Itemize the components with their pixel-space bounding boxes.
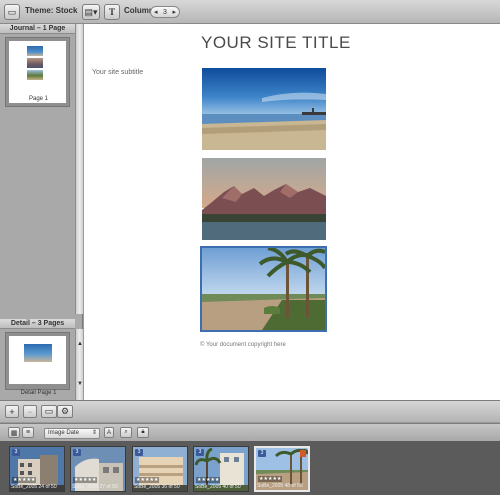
version-badge: 3 [12,449,20,456]
image-browser-filmstrip: 3 ★★★★★ SoBe_2005 24 of 50 3 ★★★★★ SoBe_… [0,441,500,495]
journal-page-caption: Page 1 [28,96,49,102]
chevron-updown-icon: ⇕ [91,430,97,436]
journal-section-header: Journal – 1 Page [0,24,75,34]
mountains-image [202,158,326,240]
palm-trees-image [202,248,325,330]
text-icon: T [108,7,115,17]
grid-icon: ▦ [10,429,18,437]
theme-icon: ▭ [7,6,17,17]
journal-page-preview [9,41,66,103]
sort-select[interactable]: Image Date ⇕ [44,428,100,439]
film-thumbnail[interactable]: 3 ★★★★★ SoBe_2005 24 of 50 [9,446,65,492]
theme-label: Theme: Stock [25,6,78,15]
web-journal-window: ▭ Theme: Stock ▤▾ T Columns: ◂ 3 ▸ Journ… [0,0,500,495]
film-thumbnail-selected[interactable]: 3 ★★★★★ SoBe_2005 48 of 50 [254,446,310,492]
text-block-icon: ▤▾ [84,6,98,17]
list-icon: ≡ [25,429,31,436]
filter-icon: ⌕ [124,429,128,435]
columns-stepper[interactable]: ◂ 3 ▸ [150,6,180,18]
scroll-up-arrow-icon[interactable]: ▲ [77,341,83,347]
lock-button[interactable]: 🔒︎ [137,427,149,438]
list-view-button[interactable]: ≡ [22,427,34,438]
film-caption: SoBe_2005 27 of 50 [72,484,118,490]
version-badge: 3 [135,449,143,456]
filter-button[interactable]: ⌕ [120,427,132,438]
copyright-text[interactable]: © Your document copyright here [200,342,286,348]
site-subtitle[interactable]: Your site subtitle [92,69,143,76]
site-title[interactable]: YOUR SITE TITLE [201,33,351,53]
webpage-control-bar: + − ▭ ⚙ [0,400,500,422]
version-badge: 3 [258,450,266,457]
rating-stars[interactable]: ★★★★★ [258,476,283,482]
photo-beach-pier[interactable] [202,68,326,150]
sort-value: Image Date [48,430,80,436]
gear-icon: ⚙ [60,406,70,416]
top-toolbar: ▭ Theme: Stock ▤▾ T Columns: ◂ 3 ▸ [0,0,500,24]
webpage-browser: Journal – 1 Page Page 1 Detail – 3 Pages… [0,24,83,400]
text-style-button[interactable]: T [104,4,120,20]
thumb-image [24,344,52,362]
thumb-image [27,58,43,68]
film-caption: SoBe_2005 40 of 50 [195,484,241,490]
add-text-block-button[interactable]: ▤▾ [82,4,100,20]
detail-page-thumbnail[interactable] [5,332,70,390]
film-caption: SoBe_2005 48 of 50 [257,483,303,489]
rating-stars[interactable]: ★★★★★ [135,477,160,483]
lock-icon: 🔒︎ [141,429,145,435]
film-thumbnail[interactable]: 3 ★★★★★ SoBe_2005 27 of 50 [70,446,126,492]
film-thumbnail[interactable]: 3 ★★★★★ SoBe_2005 36 of 50 [132,446,188,492]
page-options-button[interactable]: ▭ [41,405,57,418]
remove-page-button[interactable]: − [23,405,37,418]
detail-section-header: Detail – 3 Pages [0,319,75,329]
minus-icon: − [27,406,33,417]
thumb-image [27,70,43,80]
detail-scrollbar[interactable]: ▲ ▼ [75,329,83,400]
action-menu-button[interactable]: ⚙ [57,405,73,418]
add-page-button[interactable]: + [5,405,19,418]
theme-button[interactable]: ▭ [4,4,20,20]
grid-view-button[interactable]: ▦ [8,427,20,438]
sort-direction-button[interactable]: A [104,427,114,438]
journal-scrollbar[interactable] [75,24,83,314]
rating-stars[interactable]: ★★★★★ [73,477,98,483]
film-caption: SoBe_2005 36 of 50 [134,484,180,490]
version-badge: 3 [73,449,81,456]
placed-indicator-icon [300,450,306,457]
beach-pier-image [202,68,326,150]
columns-value: 3 [163,8,167,16]
sort-az-icon: A [106,429,111,436]
plus-icon: + [9,406,15,417]
film-caption: SoBe_2005 24 of 50 [11,484,57,490]
page-icon: ▭ [44,406,54,416]
detail-page-caption: Detail Page 1 [20,390,57,396]
rating-stars[interactable]: ★★★★★ [12,477,37,483]
detail-page-preview [9,336,66,384]
thumb-image [27,46,43,56]
version-badge: 3 [196,449,204,456]
browser-toolbar: ▦ ≡ Image Date ⇕ A ⌕ 🔒︎ [0,423,500,441]
rating-stars[interactable]: ★★★★★ [196,477,221,483]
photo-mountains[interactable] [202,158,326,240]
photo-palm-trees-selected[interactable] [200,246,327,332]
decrease-arrow-icon[interactable]: ◂ [154,8,158,16]
increase-arrow-icon[interactable]: ▸ [172,8,176,16]
scroll-down-arrow-icon[interactable]: ▼ [77,381,83,387]
webpage-canvas: YOUR SITE TITLE Your site subtitle © You… [84,24,500,400]
film-thumbnail[interactable]: 3 ★★★★★ SoBe_2005 40 of 50 [193,446,249,492]
